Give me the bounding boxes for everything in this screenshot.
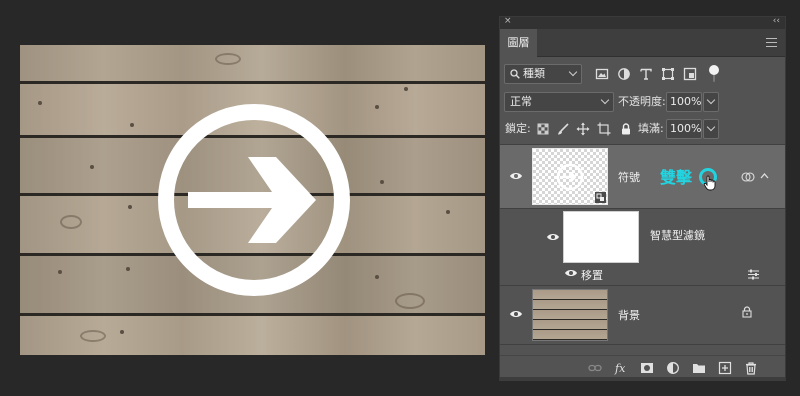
visibility-eye-icon[interactable] <box>564 268 578 278</box>
filter-effect-row-displace[interactable]: 移置 <box>500 265 785 285</box>
smart-filter-indicator-icon[interactable] <box>741 171 755 183</box>
kind-filter-label: 種類 <box>523 67 545 80</box>
blend-mode-value: 正常 <box>510 95 532 108</box>
chevron-down-icon <box>706 95 716 105</box>
delete-layer-icon[interactable] <box>744 361 758 375</box>
lock-position-icon[interactable] <box>576 122 590 136</box>
panel-tab-row: 圖層 <box>500 29 785 57</box>
layer-row-symbol[interactable]: 符號 雙擊 <box>500 145 785 208</box>
panel-bottom-toolbar: fx <box>500 355 785 381</box>
layer-thumbnail[interactable] <box>532 148 608 205</box>
filter-toggle[interactable] <box>708 64 720 84</box>
fill-input[interactable]: 100% <box>666 119 702 139</box>
lock-artboard-icon[interactable] <box>597 122 611 136</box>
type-filter-icon[interactable] <box>639 67 653 81</box>
add-mask-icon[interactable] <box>640 361 654 375</box>
blend-row: 正常 不透明度: 100% <box>500 92 785 114</box>
opacity-label: 不透明度: <box>618 95 666 108</box>
thumbnail-wood <box>533 290 607 340</box>
filter-toggle-knob <box>709 65 719 75</box>
adjustment-layer-icon[interactable] <box>666 361 680 375</box>
lock-paint-icon[interactable] <box>556 122 570 136</box>
layer-list: 符號 雙擊 智慧型濾鏡 移置 背景 <box>500 144 785 356</box>
blending-options-icon[interactable] <box>747 269 760 280</box>
hand-cursor-icon <box>703 175 716 191</box>
close-icon[interactable]: × <box>504 16 512 26</box>
lock-label: 鎖定: <box>505 122 531 135</box>
opacity-input[interactable]: 100% <box>666 92 702 112</box>
new-layer-icon[interactable] <box>718 361 732 375</box>
layers-panel: × ‹‹ 圖層 種類 正常 不透明度: 100% 鎖定: 填滿: 100% 符號… <box>499 16 786 381</box>
svg-text:fx: fx <box>614 362 626 375</box>
fill-slider-toggle[interactable] <box>703 119 719 139</box>
layer-name[interactable]: 背景 <box>618 307 640 323</box>
panel-title-bar: × ‹‹ <box>500 16 785 29</box>
smart-filters-row[interactable]: 智慧型濾鏡 <box>500 209 785 265</box>
background-thumbnail[interactable] <box>532 289 608 341</box>
layer-row-background[interactable]: 背景 <box>500 286 785 344</box>
chevron-up-icon[interactable] <box>760 172 769 180</box>
visibility-eye-icon[interactable] <box>546 232 560 242</box>
link-layers-icon[interactable] <box>588 361 602 375</box>
panel-menu-icon[interactable] <box>766 38 777 47</box>
lock-row: 鎖定: 填滿: 100% <box>500 119 785 141</box>
lock-icon[interactable] <box>742 306 752 318</box>
fill-label: 填滿: <box>638 122 664 135</box>
smart-filters-label[interactable]: 智慧型濾鏡 <box>650 227 705 243</box>
opacity-value: 100% <box>670 95 702 108</box>
opacity-slider-toggle[interactable] <box>703 92 719 112</box>
adjustment-filter-icon[interactable] <box>617 67 631 81</box>
lock-all-icon[interactable] <box>619 122 633 136</box>
shape-filter-icon[interactable] <box>661 67 675 81</box>
collapse-icon[interactable]: ‹‹ <box>773 16 780 26</box>
lock-transparency-icon[interactable] <box>536 122 550 136</box>
thumbnail-arrow-circle <box>556 163 584 191</box>
filter-mask-thumbnail[interactable] <box>563 211 639 263</box>
visibility-eye-icon[interactable] <box>509 309 523 319</box>
chevron-down-icon <box>568 67 578 77</box>
tab-layers[interactable]: 圖層 <box>500 29 537 57</box>
chevron-down-icon <box>600 95 610 105</box>
panel-resize-grip[interactable] <box>500 377 785 381</box>
smart-object-badge-icon <box>595 192 606 203</box>
divider <box>500 344 785 345</box>
image-filter-icon[interactable] <box>595 67 609 81</box>
document-canvas[interactable] <box>20 45 485 355</box>
filter-row: 種類 <box>500 64 785 86</box>
filter-effect-label[interactable]: 移置 <box>581 267 603 283</box>
smart-object-filter-icon[interactable] <box>683 67 697 81</box>
double-click-annotation: 雙擊 <box>660 168 693 187</box>
blend-mode-dropdown[interactable]: 正常 <box>504 92 614 112</box>
chevron-down-icon <box>706 122 716 132</box>
kind-filter-dropdown[interactable]: 種類 <box>504 64 582 84</box>
visibility-eye-icon[interactable] <box>509 171 523 181</box>
search-icon <box>510 69 520 79</box>
layer-name[interactable]: 符號 <box>618 169 640 185</box>
arrow-circle-symbol <box>158 104 350 296</box>
fill-value: 100% <box>670 122 702 135</box>
new-group-icon[interactable] <box>692 361 706 375</box>
fx-icon[interactable]: fx <box>614 361 628 375</box>
